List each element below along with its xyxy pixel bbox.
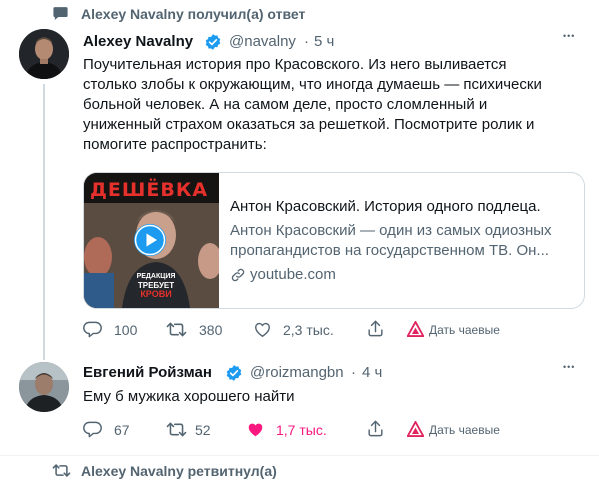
play-icon[interactable] [134, 224, 166, 256]
retweet-count: 380 [199, 322, 223, 338]
shirt-text-line-1: РЕДАКЦИЯ [136, 273, 176, 280]
more-options-button[interactable]: ••• [563, 31, 575, 41]
tweet-text-line: Поучительная история про Красовского. Из… [83, 56, 507, 73]
reply-button[interactable]: 100 [83, 318, 153, 340]
card-domain: youtube.com [250, 266, 336, 283]
reply-count: 67 [114, 422, 130, 438]
tweet-navalny[interactable]: Alexey Navalny @navalny · 5 ч ••• Поучит… [0, 24, 599, 360]
author-handle[interactable]: @roizmangbn [250, 364, 344, 381]
tweet-text: Поучительная история про Красовского. Из… [83, 55, 583, 155]
author-name[interactable]: Евгений Ройзман [83, 364, 212, 381]
thumbnail-shirt-text: РЕДАКЦИЯ ТРЕБУЕТ КРОВИ [132, 272, 180, 299]
avatar-navalny[interactable] [19, 29, 69, 79]
tweet-divider [0, 455, 599, 456]
reply-icon [83, 421, 102, 438]
header-separator: · [304, 33, 309, 50]
tweet-text-line: больной человек. А на самом деле, просто… [83, 96, 488, 113]
author-name[interactable]: Alexey Navalny [83, 33, 193, 50]
retweet-button[interactable]: 380 [166, 318, 236, 340]
like-count: 2,3 тыс. [283, 322, 334, 338]
tip-label: Дать чаевые [429, 423, 500, 437]
retweet-context-row[interactable]: Alexey Navalny ретвитнул(а) [52, 462, 452, 482]
retweet-button[interactable]: 52 [166, 418, 226, 440]
thread-connector-line [43, 84, 45, 360]
card-title: Антон Красовский. История одного подлеца… [230, 198, 541, 215]
tip-button[interactable]: Дать чаевые [407, 318, 517, 340]
tweet-timestamp[interactable]: 5 ч [314, 33, 334, 50]
video-thumbnail[interactable]: ДЕШЁВКА РЕДАКЦИЯ ТРЕБУЕТ КРОВИ [84, 173, 219, 308]
retweet-icon [166, 322, 187, 337]
reply-icon [83, 321, 102, 338]
tweet-actions: 100 380 2,3 тыс. Дать чаевые [83, 318, 583, 340]
avatar-roizman-image [19, 362, 69, 412]
tweet-text-line: помогите распространить: [83, 136, 267, 153]
like-button[interactable]: 1,7 тыс. [246, 418, 356, 440]
avatar-navalny-image [19, 29, 69, 79]
link-icon [231, 268, 245, 282]
tip-logo-icon [407, 421, 424, 437]
heart-filled-icon [248, 423, 263, 437]
tweet-timestamp[interactable]: 4 ч [362, 364, 382, 381]
tweet-text: Ему б мужика хорошего найти [83, 388, 295, 405]
shirt-text-line-3: КРОВИ [140, 289, 172, 299]
tip-logo-icon [407, 321, 424, 337]
speech-bubble-icon [53, 7, 68, 20]
share-icon [368, 320, 383, 337]
reply-context-row[interactable]: Alexey Navalny получил(а) ответ [52, 4, 452, 24]
card-description-line-2: пропагандистов на государственном ТВ. Он… [230, 242, 549, 259]
tweet-actions: 67 52 1,7 тыс. Дать чаевые [83, 418, 583, 440]
heart-icon [255, 322, 270, 337]
author-handle[interactable]: @navalny [229, 33, 296, 50]
share-button[interactable] [366, 418, 390, 440]
reply-count: 100 [114, 322, 138, 338]
more-options-button[interactable]: ••• [563, 362, 575, 372]
verified-badge-icon [226, 365, 242, 381]
tip-button[interactable]: Дать чаевые [407, 418, 517, 440]
retweet-icon [52, 464, 71, 477]
reply-button[interactable]: 67 [83, 418, 143, 440]
tweet-roizman[interactable]: Евгений Ройзман @roizmangbn · 4 ч ••• Ем… [0, 352, 599, 448]
card-description: Антон Красовский — один из самых одиозны… [230, 221, 552, 261]
share-button[interactable] [366, 318, 390, 340]
share-icon [368, 420, 383, 437]
header-separator: · [351, 364, 356, 381]
verified-badge-icon [205, 34, 221, 50]
retweet-count: 52 [195, 422, 211, 438]
thumbnail-banner: ДЕШЁВКА [90, 179, 209, 201]
retweet-context-text: Alexey Navalny ретвитнул(а) [81, 463, 277, 479]
tweet-text-line: униженный страхом оказаться за решеткой.… [83, 116, 535, 133]
tweet-text-line: столько злобы к окружающим, что иногда д… [83, 76, 542, 93]
reply-context-text: Alexey Navalny получил(а) ответ [81, 6, 306, 22]
link-preview-card[interactable]: ДЕШЁВКА РЕДАКЦИЯ ТРЕБУЕТ КРОВИ Антон Кра… [83, 172, 585, 309]
avatar-roizman[interactable] [19, 362, 69, 412]
tip-label: Дать чаевые [429, 323, 500, 337]
retweet-icon [166, 422, 187, 437]
like-count: 1,7 тыс. [276, 422, 327, 438]
like-button[interactable]: 2,3 тыс. [253, 318, 363, 340]
card-description-line-1: Антон Красовский — один из самых одиозны… [230, 222, 552, 239]
